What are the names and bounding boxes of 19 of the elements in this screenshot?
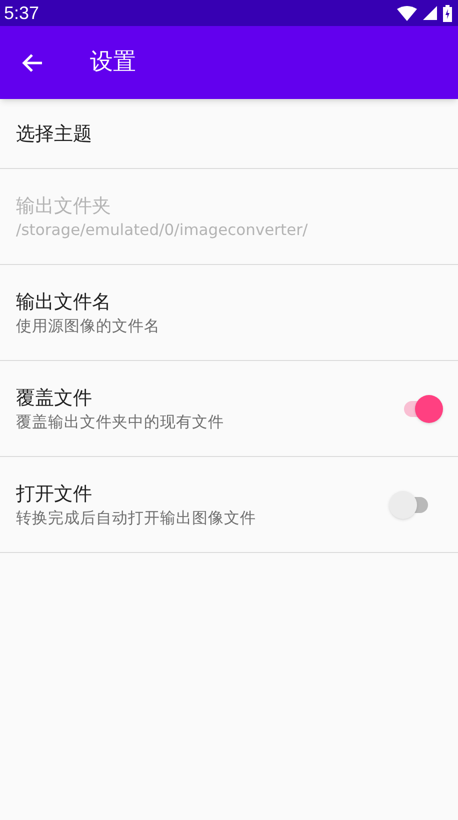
settings-item[interactable]: 输出文件名 使用源图像的文件名 — [0, 265, 458, 361]
signal-icon — [423, 6, 437, 20]
battery-icon — [443, 4, 452, 22]
setting-summary: 使用源图像的文件名 — [16, 316, 161, 336]
settings-item[interactable]: 选择主题 — [0, 99, 458, 169]
settings-item[interactable]: 覆盖文件 覆盖输出文件夹中的现有文件 — [0, 361, 458, 457]
setting-summary: 转换完成后自动打开输出图像文件 — [16, 508, 257, 528]
setting-title: 输出文件夹 — [16, 194, 112, 218]
setting-title: 输出文件名 — [16, 290, 112, 314]
setting-summary: 覆盖输出文件夹中的现有文件 — [16, 412, 225, 432]
back-arrow-icon — [21, 52, 43, 72]
wifi-icon — [397, 6, 417, 20]
setting-title: 选择主题 — [16, 122, 93, 146]
settings-item[interactable]: 打开文件 转换完成后自动打开输出图像文件 — [0, 457, 458, 553]
screen-title: 设置 — [90, 48, 136, 78]
status-time: 5:37 — [4, 2, 40, 24]
setting-summary: /storage/emulated/0/imageconverter/ — [16, 220, 309, 240]
setting-title: 覆盖文件 — [16, 386, 93, 410]
setting-title: 打开文件 — [16, 482, 93, 506]
